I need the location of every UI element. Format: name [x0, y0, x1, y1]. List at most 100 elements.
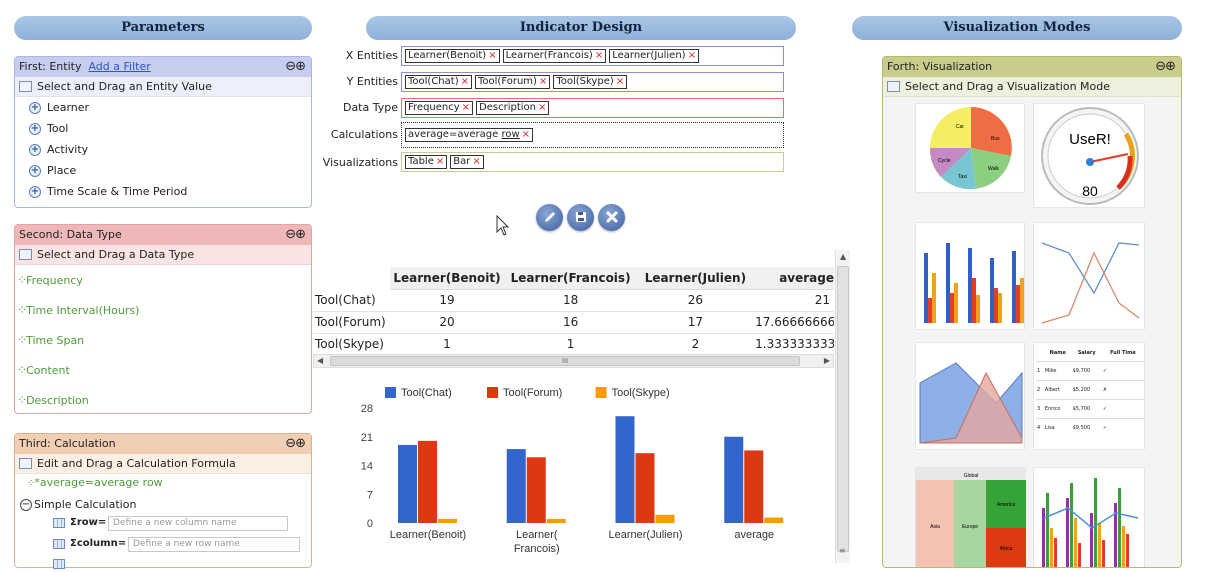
- expand-plus-icon[interactable]: +: [29, 122, 41, 135]
- remove-icon[interactable]: ×: [522, 129, 530, 141]
- y-entity-chip[interactable]: Tool(Chat) ×: [405, 75, 472, 89]
- collapse-minus-icon[interactable]: −: [20, 498, 32, 511]
- drag-handle-icon[interactable]: ⁘: [17, 363, 27, 377]
- vis-mode-table[interactable]: Name Salary Full Time 1 Mike $9,700 ✓ 2 …: [1033, 342, 1145, 450]
- edit-button[interactable]: [536, 204, 563, 231]
- table-header-cell[interactable]: Learner(Francois): [504, 267, 637, 290]
- horizontal-scroll-thumb[interactable]: III: [330, 356, 800, 366]
- simple-calculation-node[interactable]: − Simple Calculation: [20, 498, 136, 511]
- drag-handle-icon[interactable]: ⁘: [17, 273, 27, 287]
- bar-chart-icon: [924, 243, 1024, 323]
- scroll-right-arrow-icon[interactable]: ▶: [824, 355, 830, 367]
- vis-mode-gauge[interactable]: UseR! 80: [1033, 103, 1145, 208]
- entity-item-learner[interactable]: + Learner: [15, 97, 311, 118]
- drag-handle-icon[interactable]: ⁘: [27, 478, 36, 489]
- save-button[interactable]: [567, 204, 594, 231]
- vertical-scroll-thumb[interactable]: [837, 266, 849, 552]
- table-cell: $5,200: [1072, 386, 1091, 393]
- horizontal-scrollbar[interactable]: ◀ III ▶: [313, 354, 834, 368]
- table-header-cell: [313, 267, 390, 290]
- datatype-item-description[interactable]: ⁘ Description: [15, 385, 311, 415]
- x-entity-chip[interactable]: Learner(Francois) ×: [502, 49, 607, 63]
- y-entity-chip[interactable]: Tool(Skype) ×: [553, 75, 628, 89]
- row-sum-input[interactable]: Define a new column name: [108, 516, 288, 531]
- table-header-cell[interactable]: Learner(Benoit): [389, 267, 505, 290]
- vis-mode-treemap[interactable]: Global Asia Europe America Africa: [915, 467, 1026, 567]
- collapse-toggle-icon[interactable]: ⊖⊕: [285, 225, 306, 245]
- drag-handle-icon[interactable]: ⁘: [17, 303, 27, 317]
- y-entities-label: Y Entities: [346, 75, 398, 88]
- table-cell: 19: [389, 289, 505, 312]
- remove-icon[interactable]: ×: [538, 102, 546, 114]
- x-tick-label: Learner(: [516, 529, 558, 541]
- data-type-chip[interactable]: Description ×: [476, 101, 550, 115]
- entity-item-place[interactable]: + Place: [15, 160, 311, 181]
- vis-mode-bar[interactable]: [915, 222, 1025, 330]
- table-header-cell[interactable]: average: [754, 267, 834, 290]
- table-cell: ✗: [1102, 386, 1108, 393]
- datatype-item-time-span[interactable]: ⁘ Time Span: [15, 325, 311, 355]
- datatype-item-content[interactable]: ⁘ Content: [15, 355, 311, 385]
- expand-plus-icon[interactable]: +: [29, 101, 41, 114]
- bar: [655, 514, 675, 523]
- drag-handle-icon[interactable]: ⁘: [17, 333, 27, 347]
- table-cell: 1: [389, 333, 505, 353]
- expand-plus-icon[interactable]: +: [29, 164, 41, 177]
- entity-item-time-scale[interactable]: + Time Scale & Time Period: [15, 181, 311, 202]
- remove-icon[interactable]: ×: [436, 156, 444, 168]
- x-entity-chip[interactable]: Learner(Julien) ×: [609, 49, 699, 63]
- table-cell: Mike: [1044, 367, 1057, 374]
- remove-icon[interactable]: ×: [688, 50, 696, 62]
- data-type-chip[interactable]: Frequency ×: [405, 101, 474, 115]
- vis-mode-line[interactable]: [1033, 222, 1145, 330]
- remove-icon[interactable]: ×: [616, 76, 624, 88]
- collapse-toggle-icon[interactable]: ⊖⊕: [285, 434, 306, 454]
- visualization-chip[interactable]: Table ×: [405, 155, 448, 169]
- expand-plus-icon[interactable]: +: [29, 143, 41, 156]
- data-type-dropzone[interactable]: Frequency × Description ×: [401, 98, 784, 118]
- scroll-left-arrow-icon[interactable]: ◀: [317, 355, 323, 367]
- y-entities-dropzone[interactable]: Tool(Chat) × Tool(Forum) × Tool(Skype) ×: [401, 72, 784, 92]
- table-cell: 17.666666666: [754, 311, 834, 334]
- vis-mode-area[interactable]: [915, 342, 1025, 450]
- calculation-chip[interactable]: average=average row ×: [405, 128, 534, 142]
- collapse-toggle-icon[interactable]: ⊖⊕: [1155, 57, 1176, 77]
- collapse-toggle-icon[interactable]: ⊖⊕: [285, 57, 306, 77]
- calculations-dropzone[interactable]: average=average row ×: [401, 122, 784, 148]
- delete-button[interactable]: [598, 204, 625, 231]
- table-header-cell[interactable]: Learner(Julien): [636, 267, 755, 290]
- entity-item-tool[interactable]: + Tool: [15, 118, 311, 139]
- table-thumbnail: Name Salary Full Time 1 Mike $9,700 ✓ 2 …: [1036, 345, 1144, 437]
- remove-icon[interactable]: ×: [539, 76, 547, 88]
- legend-label: Tool(Chat): [401, 387, 452, 399]
- remove-icon[interactable]: ×: [461, 76, 469, 88]
- calculation-formula-item[interactable]: ⁘*average=average row: [27, 476, 163, 489]
- datatype-item-frequency[interactable]: ⁘ Frequency: [15, 265, 311, 295]
- vis-mode-pie[interactable]: Car Bus Cycle Taxi Walk: [915, 103, 1025, 193]
- datatype-item-time-interval[interactable]: ⁘ Time Interval(Hours): [15, 295, 311, 325]
- x-entities-dropzone[interactable]: Learner(Benoit) × Learner(Francois) × Lear…: [401, 46, 784, 66]
- datatype-instruction: Select and Drag a Data Type: [37, 247, 195, 261]
- drag-handle-icon[interactable]: ⁘: [17, 393, 27, 407]
- add-filter-link[interactable]: Add a Filter: [88, 60, 150, 73]
- table-icon: [53, 517, 65, 528]
- table-header-cell: [1036, 345, 1044, 361]
- scroll-up-arrow-icon[interactable]: ▲: [840, 252, 846, 261]
- vis-mode-combo[interactable]: [1033, 467, 1145, 567]
- remove-icon[interactable]: ×: [462, 102, 470, 114]
- row-sum-row: Σrow=: [53, 517, 106, 528]
- column-sum-input[interactable]: Define a new row name: [128, 537, 300, 552]
- entity-item-activity[interactable]: + Activity: [15, 139, 311, 160]
- visualization-chip[interactable]: Bar ×: [450, 155, 484, 169]
- column-sum-label: Σcolumn=: [70, 538, 127, 549]
- remove-icon[interactable]: ×: [488, 50, 496, 62]
- visualizations-dropzone[interactable]: Table × Bar ×: [401, 152, 784, 172]
- remove-icon[interactable]: ×: [595, 50, 603, 62]
- table-cell: 1: [504, 333, 637, 353]
- remove-icon[interactable]: ×: [472, 156, 480, 168]
- table-cell: ✓: [1102, 405, 1108, 412]
- x-entity-chip[interactable]: Learner(Benoit) ×: [405, 49, 500, 63]
- y-entity-chip[interactable]: Tool(Forum) ×: [475, 75, 551, 89]
- expand-plus-icon[interactable]: +: [29, 185, 41, 198]
- vertical-scrollbar[interactable]: ▲ ≡: [835, 250, 850, 563]
